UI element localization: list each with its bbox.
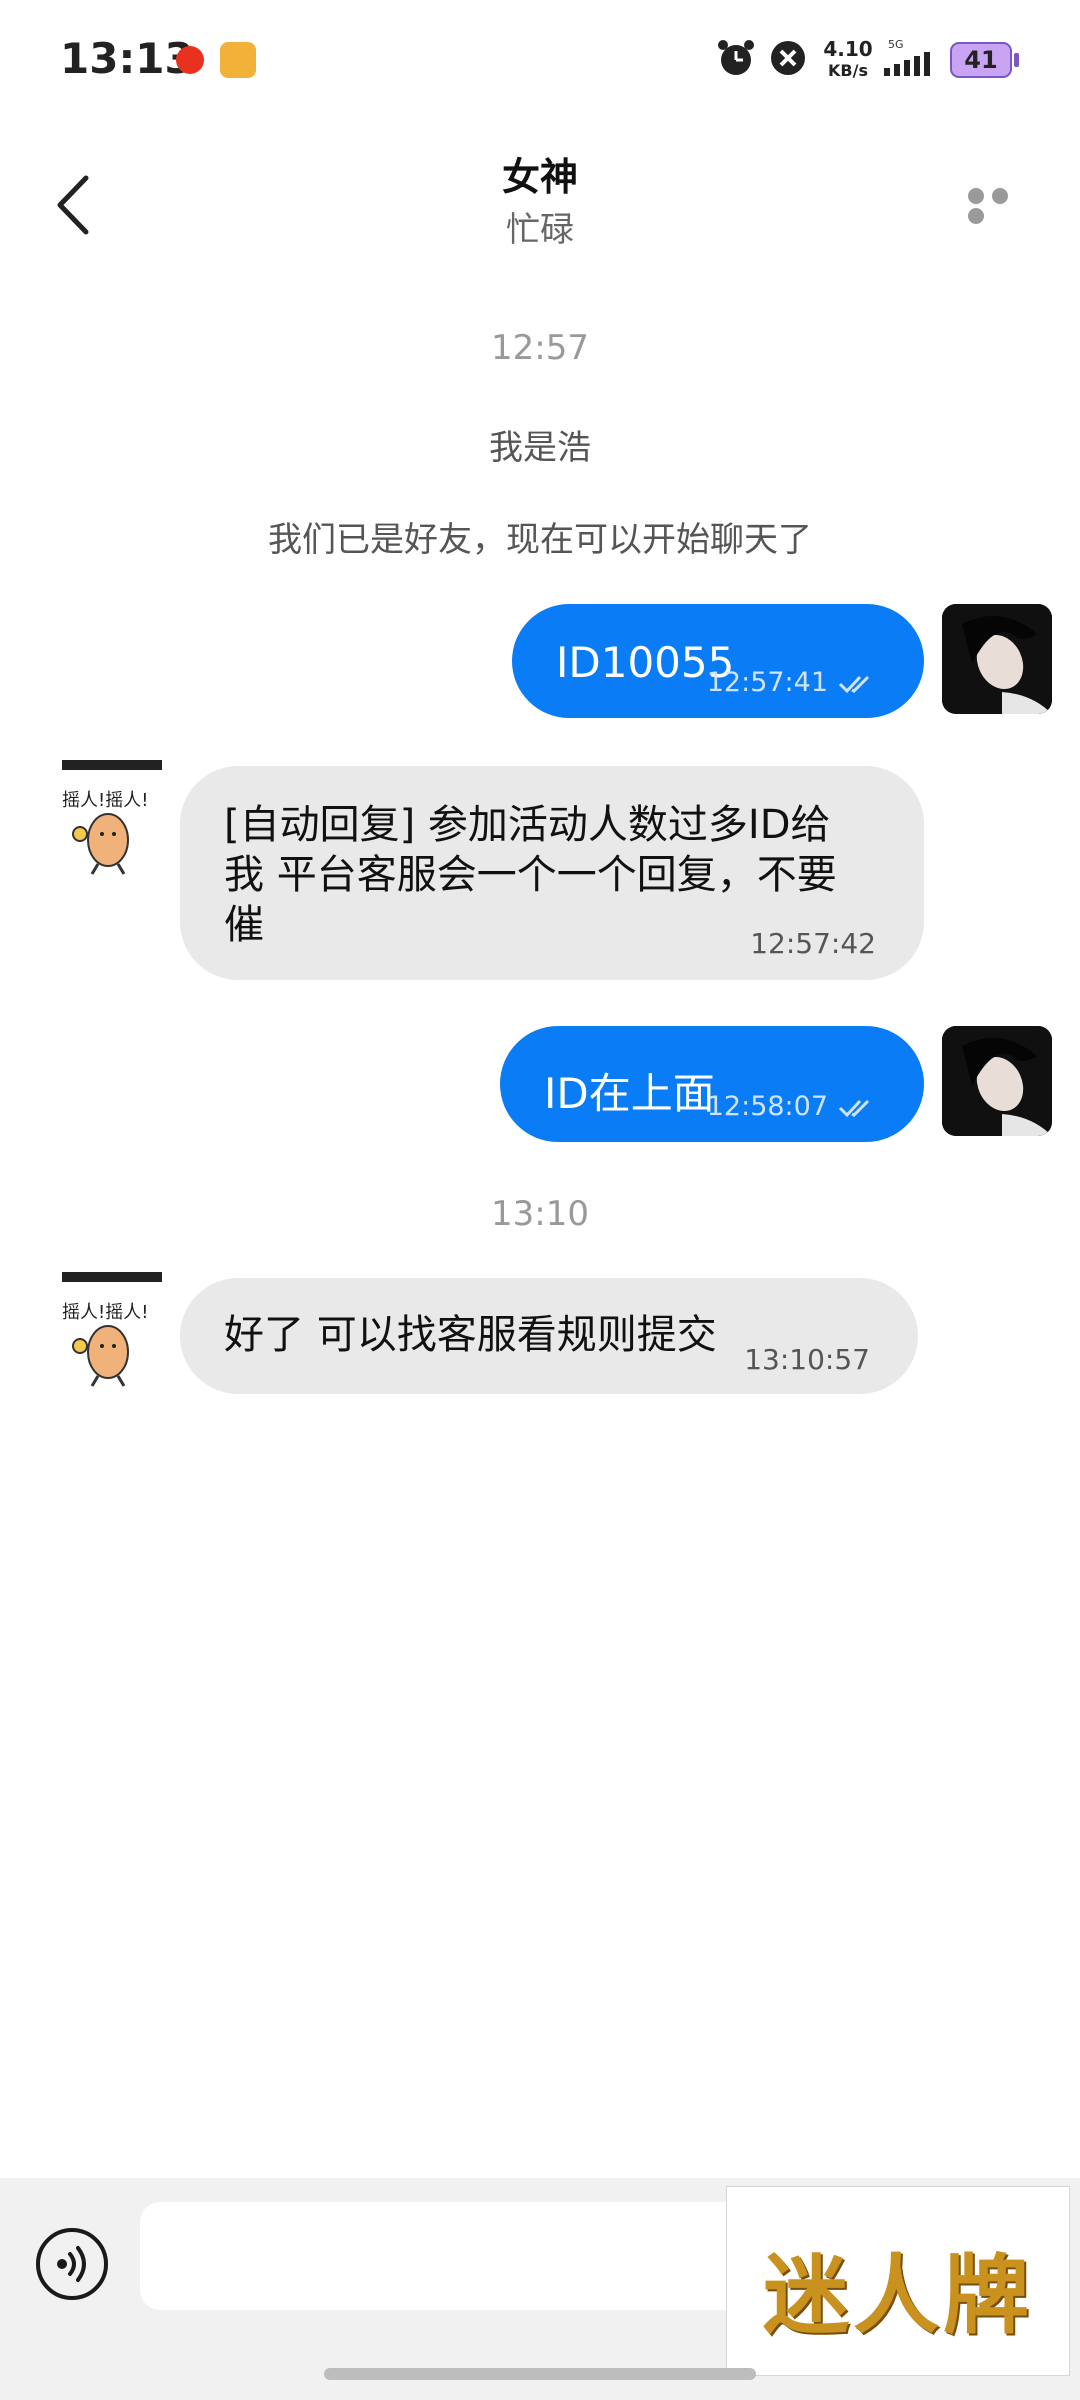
avatar-self[interactable] [942,1026,1052,1136]
battery-icon: 41 [950,42,1012,78]
message-text: ID在上面 [544,1069,715,1118]
double-check-icon [838,675,870,693]
alarm-icon [718,40,754,75]
message-meta: 12:57:41 [707,667,876,698]
contact-status: 忙碌 [506,210,574,250]
mute-icon [771,41,805,75]
network-speed-unit: KB/s [828,61,868,80]
message-time: 12:57:42 [750,927,876,960]
contact-name[interactable]: 女神 [0,146,1080,201]
network-speed-value: 4.10 [823,37,873,61]
time-separator: 13:10 [491,1194,589,1234]
message-time: 12:58:07 [706,1091,828,1122]
chat-header: 女神 忙碌 [0,120,1080,280]
status-time: 13:13 [60,34,194,83]
brand-watermark: 迷人牌 [726,2186,1070,2376]
status-bar: 13:13 4.10 KB/s 5G 41 [0,0,1080,120]
message-input[interactable] [140,2202,760,2310]
battery-tip [1014,53,1019,67]
system-message: 我是浩 [489,428,591,468]
avatar-self[interactable] [942,604,1052,714]
message-time: 12:57:41 [706,667,828,698]
avatar-other[interactable]: 摇人!摇人! [58,760,168,880]
more-dots-icon[interactable] [968,188,1038,224]
home-indicator[interactable] [324,2368,756,2380]
incoming-message[interactable]: 好了 可以找客服看规则提交 13:10:57 [180,1278,918,1394]
message-text: 好了 可以找客服看规则提交 [224,1312,717,1358]
double-check-icon [838,1099,870,1117]
svg-text:摇人!摇人!: 摇人!摇人! [62,790,148,811]
avatar-other[interactable]: 摇人!摇人! [58,1272,168,1392]
message-time: 13:10:57 [744,1343,870,1376]
incoming-message[interactable]: [自动回复] 参加活动人数过多ID给 我 平台客服会一个一个回复，不要 催 12… [180,766,924,980]
message-text: [自动回复] 参加活动人数过多ID给 我 平台客服会一个一个回复，不要 催 [224,800,837,950]
outgoing-message[interactable]: ID在上面 12:58:07 [500,1026,924,1142]
signal-icon: 5G [882,38,940,82]
message-meta: 12:58:07 [707,1091,876,1122]
time-separator: 12:57 [491,328,589,368]
network-speed: 4.10 KB/s [822,38,874,82]
message-line: 催 [224,902,264,948]
game-notification-icon [220,42,256,78]
system-message: 我们已是好友，现在可以开始聊天了 [268,520,812,560]
voice-icon[interactable] [36,2228,108,2300]
notification-icon [176,46,204,74]
message-line: 我 平台客服会一个一个回复，不要 [224,852,837,898]
outgoing-message[interactable]: ID10055 12:57:41 [512,604,924,718]
svg-text:摇人!摇人!: 摇人!摇人! [62,1302,148,1323]
message-line: [自动回复] 参加活动人数过多ID给 [224,802,831,848]
watermark-text: 迷人牌 [763,2245,1033,2346]
